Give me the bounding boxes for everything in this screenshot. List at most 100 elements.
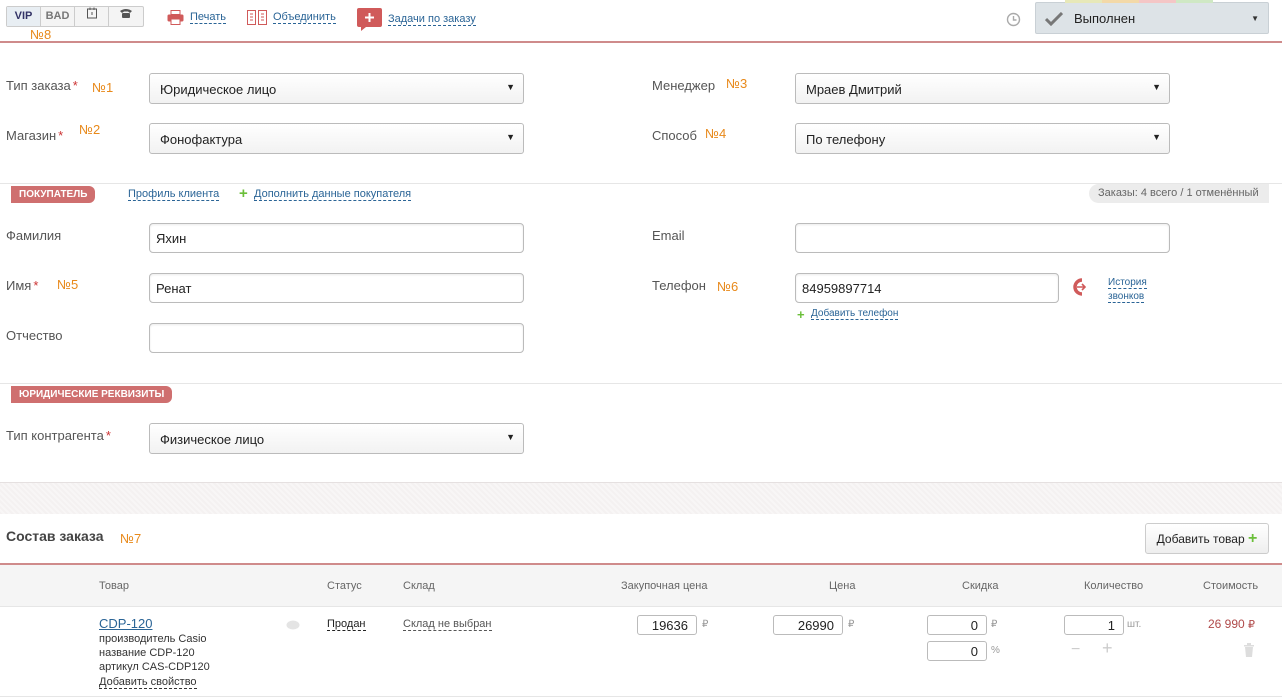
print-label: Печать — [190, 11, 227, 24]
vip-toggle[interactable]: VIP — [7, 7, 41, 26]
tasks-action[interactable]: Задачи по заказу — [357, 8, 476, 31]
status-strip — [1139, 0, 1176, 3]
plus-icon: + — [797, 307, 805, 322]
plus-icon: + — [1248, 530, 1258, 547]
patronymic-input[interactable] — [149, 323, 524, 353]
firstname-label: Имя * — [6, 278, 39, 293]
history-icon[interactable] — [1006, 12, 1021, 27]
chevron-down-icon: ▼ — [1152, 132, 1161, 142]
shop-select[interactable]: Фонофактура ▼ — [149, 123, 524, 154]
contractor-type-label: Тип контрагента * — [6, 428, 111, 443]
warehouse-select[interactable]: Склад не выбран — [403, 618, 492, 631]
email-input[interactable] — [795, 223, 1170, 253]
currency-sign: ₽ — [848, 619, 855, 630]
status-select[interactable]: Выполнен ▼ — [1035, 0, 1269, 34]
price-input[interactable]: 26990 — [773, 615, 843, 635]
row-divider — [0, 606, 1282, 607]
add-property-link[interactable]: Добавить свойство — [99, 676, 197, 689]
buyer-tag: ПОКУПАТЕЛЬ — [11, 186, 96, 203]
col-price: Цена — [829, 580, 856, 592]
merge-icon — [247, 10, 267, 25]
col-status: Статус — [327, 580, 362, 592]
col-quantity: Количество — [1084, 580, 1144, 592]
tasks-label: Задачи по заказу — [388, 13, 476, 26]
currency-sign: ₽ — [1248, 619, 1256, 631]
note-5: №5 — [57, 277, 79, 292]
note-6: №6 — [717, 279, 739, 294]
status-strip — [1102, 0, 1139, 3]
plus-icon: + — [239, 185, 248, 202]
chevron-down-icon: ▼ — [506, 432, 515, 442]
calendar-icon[interactable] — [75, 7, 109, 26]
product-prop: название CDP-120 — [99, 647, 195, 659]
add-product-button[interactable]: Добавить товар + — [1145, 523, 1269, 554]
legal-tag: ЮРИДИЧЕСКИЕ РЕКВИЗИТЫ — [11, 386, 173, 403]
note-3: №3 — [726, 76, 748, 91]
manager-select[interactable]: Мраев Дмитрий ▼ — [795, 73, 1170, 104]
section-divider — [0, 183, 1282, 184]
order-composition-title: Состав заказа — [6, 528, 104, 544]
status-strip — [1176, 0, 1213, 3]
call-icon[interactable] — [1067, 277, 1087, 297]
trash-icon[interactable] — [1243, 643, 1255, 657]
status-strip — [1065, 0, 1102, 3]
col-product: Товар — [99, 580, 129, 592]
print-action[interactable]: Печать — [167, 10, 227, 25]
item-status-select[interactable]: Продан — [327, 618, 366, 631]
manager-value: Мраев Дмитрий — [806, 82, 902, 97]
call-history-label: История звонков — [1108, 277, 1147, 303]
lastname-input[interactable]: Яхин — [149, 223, 524, 253]
vip-bad-segment: VIP BAD — [6, 6, 144, 27]
add-product-label: Добавить товар — [1156, 532, 1245, 546]
plus-icon[interactable]: + — [1102, 638, 1113, 659]
add-task-icon — [357, 8, 382, 31]
phone-input[interactable]: 84959897714 — [795, 273, 1059, 303]
discount-percent-input[interactable]: 0 — [927, 641, 987, 661]
currency-sign: ₽ — [702, 619, 709, 630]
call-history-link[interactable]: История звонков — [1108, 275, 1158, 303]
chevron-down-icon: ▼ — [1251, 14, 1259, 23]
minus-icon[interactable]: − — [1071, 641, 1080, 659]
manager-label: Менеджер — [652, 78, 716, 93]
lastname-label: Фамилия — [6, 228, 62, 243]
firstname-input[interactable]: Ренат — [149, 273, 524, 303]
discount-amount-input[interactable]: 0 — [927, 615, 987, 635]
method-value: По телефону — [806, 132, 886, 147]
shop-label: Магазин * — [6, 128, 64, 143]
order-type-value: Юридическое лицо — [160, 82, 277, 97]
chevron-down-icon: ▼ — [506, 82, 515, 92]
purchase-price-input[interactable]: 19636 — [637, 615, 697, 635]
item-total: 26 990 ₽ — [1208, 617, 1255, 631]
contractor-type-select[interactable]: Физическое лицо ▼ — [149, 423, 524, 454]
order-type-label: Тип заказа * — [6, 78, 78, 93]
product-link[interactable]: CDP-120 — [99, 616, 152, 631]
patronymic-label: Отчество — [6, 328, 63, 343]
comment-icon[interactable] — [286, 620, 300, 630]
phone-icon[interactable] — [109, 7, 143, 26]
merge-action[interactable]: Объединить — [247, 10, 336, 25]
note-1: №1 — [92, 80, 114, 95]
section-divider — [0, 383, 1282, 384]
orders-info-badge: Заказы: 4 всего / 1 отменённый — [1089, 184, 1269, 203]
order-type-select[interactable]: Юридическое лицо ▼ — [149, 73, 524, 104]
col-total: Стоимость — [1203, 580, 1259, 592]
bad-toggle[interactable]: BAD — [41, 7, 75, 26]
item-total-value: 26 990 — [1208, 617, 1245, 631]
row-divider — [0, 696, 1282, 697]
printer-icon — [167, 10, 184, 25]
chevron-down-icon: ▼ — [506, 132, 515, 142]
section-band — [0, 482, 1282, 514]
quantity-input[interactable]: 1 — [1064, 615, 1124, 635]
method-select[interactable]: По телефону ▼ — [795, 123, 1170, 154]
header-divider — [0, 41, 1282, 43]
chevron-down-icon: ▼ — [1152, 82, 1161, 92]
note-7: №7 — [120, 531, 142, 546]
add-phone-link[interactable]: Добавить телефон — [811, 308, 899, 320]
currency-sign: ₽ — [991, 619, 998, 630]
client-profile-link[interactable]: Профиль клиента — [128, 188, 220, 201]
status-value: Выполнен — [1074, 11, 1136, 26]
product-prop: производитель Casio — [99, 633, 207, 645]
note-4: №4 — [705, 126, 727, 141]
product-prop: артикул CAS-CDP120 — [99, 661, 210, 673]
add-buyer-data-link[interactable]: Дополнить данные покупателя — [254, 188, 412, 201]
